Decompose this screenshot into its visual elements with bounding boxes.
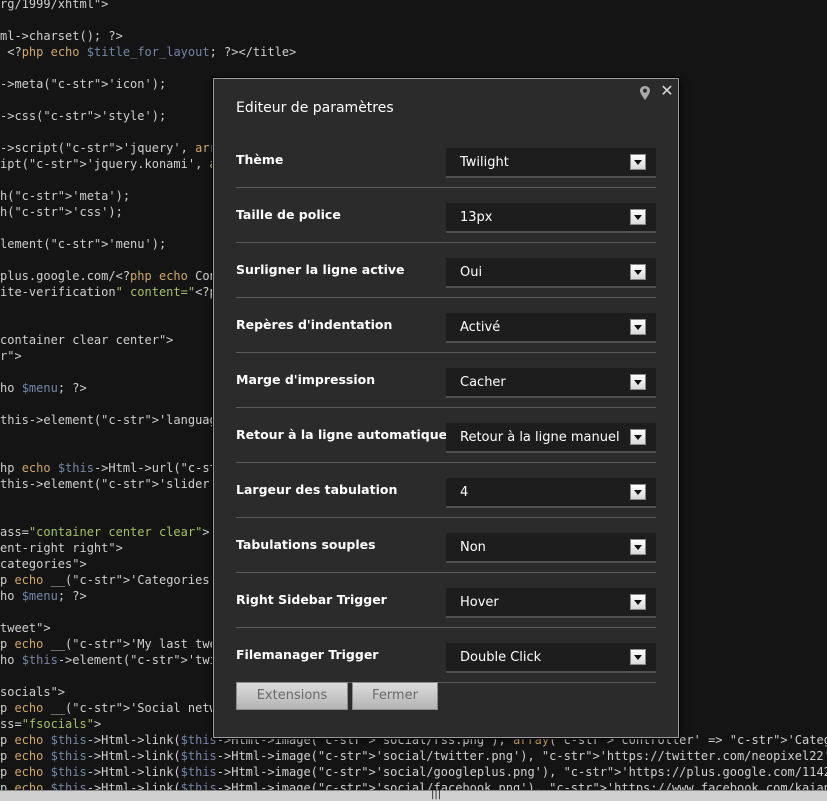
setting-value: 4 [460, 485, 469, 500]
setting-label: Marge d'impression [236, 372, 376, 387]
setting-label: Filemanager Trigger [236, 647, 379, 662]
setting-value: Activé [460, 320, 501, 335]
setting-value: Retour à la ligne manuel [460, 430, 620, 445]
code-line: ho $menu; ?> [0, 589, 87, 603]
close-button[interactable]: Fermer [352, 682, 438, 710]
code-line: ->css("c-str">'style'); [0, 109, 167, 123]
setting-label: Right Sidebar Trigger [236, 592, 387, 607]
close-icon[interactable]: ✕ [660, 83, 674, 99]
setting-row: Repères d'indentation Activé [236, 298, 656, 353]
chevron-down-icon [630, 374, 646, 390]
setting-value: Cacher [460, 375, 506, 390]
code-line: r"> [0, 349, 22, 363]
setting-row: Tabulations souples Non [236, 518, 656, 573]
setting-row: Taille de police 13px [236, 188, 656, 243]
code-line: ml->charset(); ?> [0, 29, 123, 43]
code-line: socials"> [0, 685, 66, 699]
setting-row: Retour à la ligne automatique Retour à la… [236, 408, 656, 463]
code-line: ss="fsocials"> [0, 717, 102, 731]
setting-label: Taille de police [236, 207, 341, 222]
chevron-down-icon [630, 649, 646, 665]
code-line: p echo $this->Html->link($this->Html->im… [0, 781, 827, 790]
pin-icon[interactable] [638, 85, 652, 101]
setting-dropdown[interactable]: Cacher [446, 368, 656, 398]
code-line: lement("c-str">'menu'); [0, 237, 167, 251]
setting-value: Double Click [460, 650, 542, 665]
code-line: plus.google.com/<?php echo Conf [0, 269, 224, 283]
code-line: h("c-str">'meta'); [0, 189, 131, 203]
code-line: ->meta("c-str">'icon'); [0, 77, 167, 91]
setting-value: Non [460, 540, 486, 555]
setting-dropdown[interactable]: Non [446, 533, 656, 563]
setting-row: Filemanager Trigger Double Click [236, 628, 656, 683]
chevron-down-icon [630, 484, 646, 500]
setting-label: Surligner la ligne active [236, 262, 405, 277]
code-line: container clear center"> [0, 333, 174, 347]
setting-dropdown[interactable]: Twilight [446, 148, 656, 178]
extensions-button[interactable]: Extensions [236, 682, 348, 710]
code-line: ent-right right"> [0, 541, 123, 555]
chevron-down-icon [630, 319, 646, 335]
setting-value: Twilight [460, 155, 509, 170]
code-line: categories"> [0, 557, 87, 571]
chevron-down-icon [630, 539, 646, 555]
setting-dropdown[interactable]: 13px [446, 203, 656, 233]
dialog-title: Editeur de paramètres [236, 100, 394, 116]
chevron-down-icon [630, 209, 646, 225]
setting-row: Largeur des tabulation 4 [236, 463, 656, 518]
setting-row: Marge d'impression Cacher [236, 353, 656, 408]
chevron-down-icon [630, 264, 646, 280]
code-line: rg/1999/xhtml"> [0, 0, 109, 11]
setting-dropdown[interactable]: Oui [446, 258, 656, 288]
code-line: tweet"> [0, 621, 51, 635]
settings-dialog: Editeur de paramètres ✕ Thème Twilight Tai… [213, 78, 679, 738]
setting-value: 13px [460, 210, 493, 225]
setting-dropdown[interactable]: 4 [446, 478, 656, 508]
setting-label: Largeur des tabulation [236, 482, 398, 497]
setting-label: Tabulations souples [236, 537, 376, 552]
setting-row: Thème Twilight [236, 133, 656, 188]
status-bar: ||| [0, 789, 827, 801]
chevron-down-icon [630, 429, 646, 445]
setting-dropdown[interactable]: Retour à la ligne manuel [446, 423, 656, 453]
code-line: ite-verification" content="<?ph [0, 285, 224, 299]
setting-row: Right Sidebar Trigger Hover [236, 573, 656, 628]
code-line: ass="container center clear"> [0, 525, 210, 539]
code-line: this->element("c-str">'slider');?> [0, 477, 246, 491]
code-line: h("c-str">'css'); [0, 205, 123, 219]
chevron-down-icon [630, 594, 646, 610]
chevron-down-icon [630, 154, 646, 170]
code-line: ho $menu; ?> [0, 381, 87, 395]
setting-dropdown[interactable]: Hover [446, 588, 656, 618]
setting-label: Retour à la ligne automatique [236, 427, 448, 442]
setting-label: Thème [236, 152, 284, 167]
code-line: p echo $this->Html->link($this->Html->im… [0, 765, 827, 779]
code-line: <?php echo $title_for_layout; ?></title> [0, 45, 297, 59]
setting-value: Oui [460, 265, 483, 280]
setting-dropdown[interactable]: Double Click [446, 643, 656, 673]
setting-value: Hover [460, 595, 499, 610]
setting-row: Surligner la ligne active Oui [236, 243, 656, 298]
setting-label: Repères d'indentation [236, 317, 393, 332]
resize-grip[interactable]: ||| [431, 789, 441, 801]
setting-dropdown[interactable]: Activé [446, 313, 656, 343]
code-line: p echo $this->Html->link($this->Html->im… [0, 749, 827, 763]
